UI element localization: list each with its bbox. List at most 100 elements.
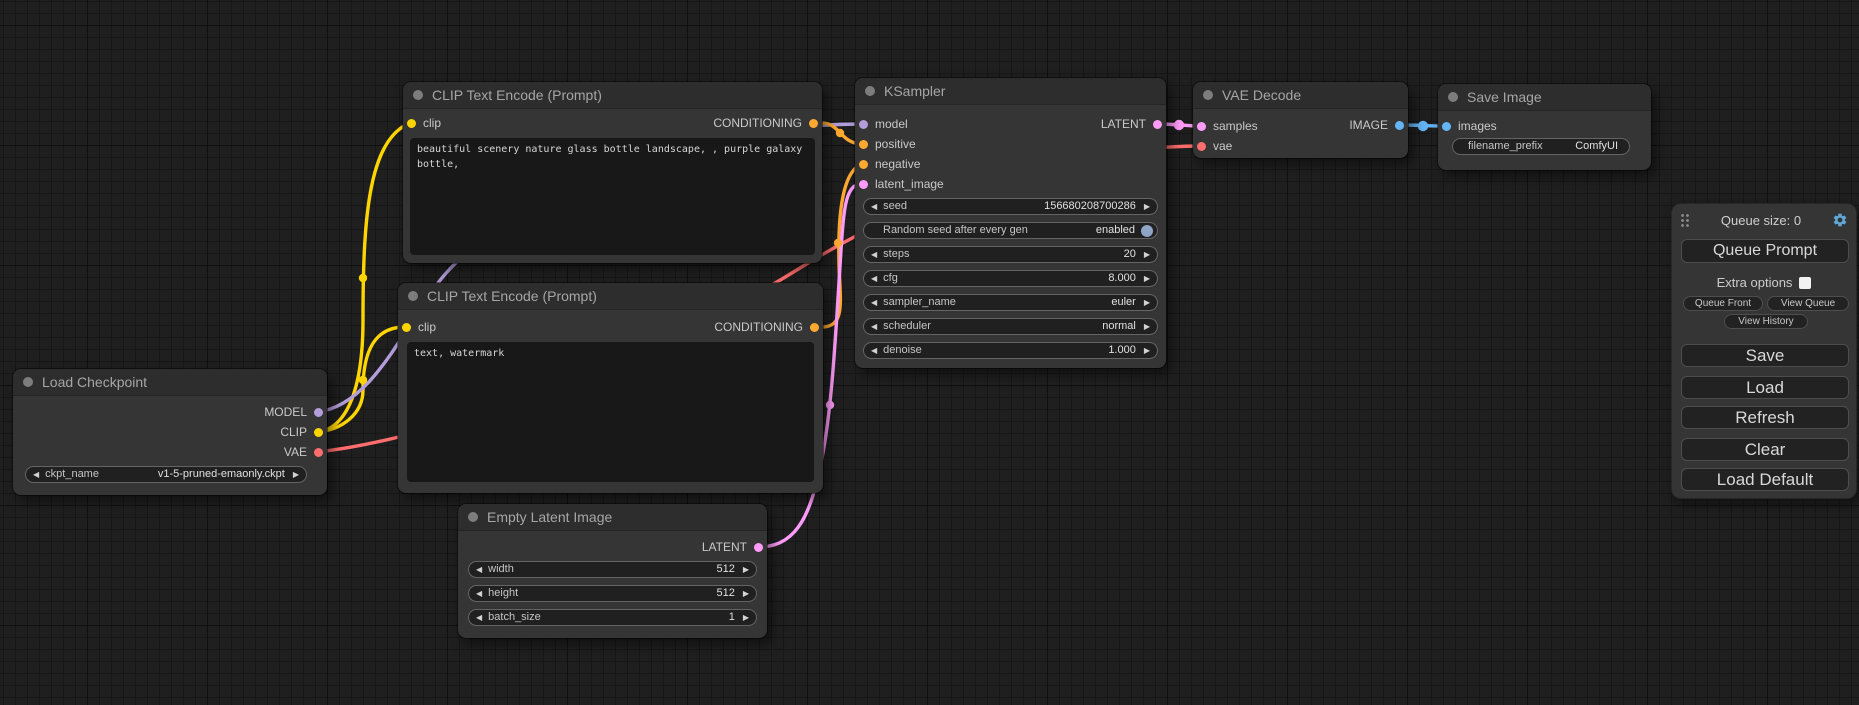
widget-value: 512 (716, 586, 734, 601)
output-port-conditioning[interactable] (809, 119, 818, 128)
node-clip-text-encode-positive: CLIP Text Encode (Prompt) clip CONDITION… (403, 82, 822, 263)
decrement-arrow-icon[interactable]: ◀ (476, 562, 482, 577)
extra-options-checkbox[interactable] (1799, 277, 1811, 289)
input-row-negative: negative (859, 154, 920, 174)
widget-seed[interactable]: ◀ seed 156680208700286 ▶ (863, 198, 1158, 215)
input-row-clip: clip (407, 113, 441, 133)
widget-label: Random seed after every gen (883, 223, 1028, 238)
widget-denoise[interactable]: ◀ denoise 1.000 ▶ (863, 342, 1158, 359)
decrement-arrow-icon[interactable]: ◀ (871, 271, 877, 286)
widget-batch-size[interactable]: ◀ batch_size 1 ▶ (468, 609, 757, 626)
output-port-latent[interactable] (754, 543, 763, 552)
widget-sampler-name[interactable]: ◀ sampler_name euler ▶ (863, 294, 1158, 311)
refresh-button[interactable]: Refresh (1681, 406, 1849, 429)
queue-prompt-button[interactable]: Queue Prompt (1681, 239, 1849, 263)
input-port-latent-image[interactable] (859, 180, 868, 189)
input-port-clip[interactable] (402, 323, 411, 332)
toggle-dot[interactable] (1141, 225, 1153, 237)
output-port-model[interactable] (314, 408, 323, 417)
collapse-dot-icon[interactable] (468, 512, 478, 522)
save-button[interactable]: Save (1681, 344, 1849, 367)
view-queue-button[interactable]: View Queue (1767, 296, 1849, 311)
input-port-samples[interactable] (1197, 122, 1206, 131)
link-dot (836, 129, 844, 137)
view-history-button[interactable]: View History (1724, 314, 1808, 329)
increment-arrow-icon[interactable]: ▶ (293, 467, 299, 482)
widget-label: sampler_name (883, 295, 956, 310)
input-port-positive[interactable] (859, 140, 868, 149)
node-title-bar[interactable]: Load Checkpoint (13, 369, 327, 396)
extra-options-row: Extra options (1672, 275, 1856, 290)
load-default-button[interactable]: Load Default (1681, 468, 1849, 491)
widget-cfg[interactable]: ◀ cfg 8.000 ▶ (863, 270, 1158, 287)
output-port-clip[interactable] (314, 428, 323, 437)
increment-arrow-icon[interactable]: ▶ (1144, 199, 1150, 214)
decrement-arrow-icon[interactable]: ◀ (871, 343, 877, 358)
collapse-dot-icon[interactable] (1448, 92, 1458, 102)
decrement-arrow-icon[interactable]: ◀ (33, 467, 39, 482)
load-button[interactable]: Load (1681, 376, 1849, 399)
port-label: vae (1213, 139, 1232, 153)
port-label: MODEL (264, 405, 307, 419)
widget-filename-prefix[interactable]: filename_prefix ComfyUI (1452, 138, 1630, 155)
input-port-clip[interactable] (407, 119, 416, 128)
node-title: Save Image (1467, 89, 1542, 105)
port-label: clip (418, 320, 436, 334)
widget-scheduler[interactable]: ◀ scheduler normal ▶ (863, 318, 1158, 335)
input-port-vae[interactable] (1197, 142, 1206, 151)
port-label: clip (423, 116, 441, 130)
node-graph-canvas[interactable]: Load Checkpoint MODEL CLIP VAE ◀ ckpt_na… (0, 0, 1859, 705)
decrement-arrow-icon[interactable]: ◀ (871, 295, 877, 310)
decrement-arrow-icon[interactable]: ◀ (871, 199, 877, 214)
input-port-images[interactable] (1442, 122, 1451, 131)
collapse-dot-icon[interactable] (1203, 90, 1213, 100)
drag-handle-icon[interactable] (1680, 213, 1690, 227)
node-title-bar[interactable]: Save Image (1438, 84, 1651, 111)
widget-height[interactable]: ◀ height 512 ▶ (468, 585, 757, 602)
widget-random-seed-toggle[interactable]: Random seed after every gen enabled (863, 222, 1158, 239)
node-title-bar[interactable]: VAE Decode (1193, 82, 1408, 109)
collapse-dot-icon[interactable] (408, 291, 418, 301)
prompt-textarea[interactable]: beautiful scenery nature glass bottle la… (410, 138, 815, 255)
increment-arrow-icon[interactable]: ▶ (743, 586, 749, 601)
widget-width[interactable]: ◀ width 512 ▶ (468, 561, 757, 578)
gear-icon[interactable] (1832, 212, 1848, 228)
clear-button[interactable]: Clear (1681, 438, 1849, 461)
collapse-dot-icon[interactable] (23, 377, 33, 387)
widget-steps[interactable]: ◀ steps 20 ▶ (863, 246, 1158, 263)
widget-ckpt-name[interactable]: ◀ ckpt_name v1-5-pruned-emaonly.ckpt ▶ (25, 466, 307, 483)
increment-arrow-icon[interactable]: ▶ (743, 562, 749, 577)
node-title-bar[interactable]: CLIP Text Encode (Prompt) (398, 283, 823, 310)
input-row-clip: clip (402, 317, 436, 337)
widget-value: enabled (1096, 223, 1135, 238)
decrement-arrow-icon[interactable]: ◀ (476, 610, 482, 625)
port-label: CONDITIONING (713, 116, 802, 130)
input-port-negative[interactable] (859, 160, 868, 169)
prompt-textarea[interactable]: text, watermark (407, 342, 814, 482)
increment-arrow-icon[interactable]: ▶ (1144, 343, 1150, 358)
increment-arrow-icon[interactable]: ▶ (1144, 271, 1150, 286)
node-title-bar[interactable]: Empty Latent Image (458, 504, 767, 531)
increment-arrow-icon[interactable]: ▶ (743, 610, 749, 625)
widget-value: 1 (729, 610, 735, 625)
decrement-arrow-icon[interactable]: ◀ (871, 319, 877, 334)
output-port-image[interactable] (1395, 121, 1404, 130)
increment-arrow-icon[interactable]: ▶ (1144, 247, 1150, 262)
node-title-bar[interactable]: KSampler (855, 78, 1166, 105)
link-dot (1418, 121, 1428, 131)
input-row-images: images (1442, 116, 1497, 136)
queue-front-button[interactable]: Queue Front (1683, 296, 1763, 311)
increment-arrow-icon[interactable]: ▶ (1144, 295, 1150, 310)
input-port-model[interactable] (859, 120, 868, 129)
output-row-latent: LATENT (702, 537, 763, 557)
decrement-arrow-icon[interactable]: ◀ (871, 247, 877, 262)
output-port-vae[interactable] (314, 448, 323, 457)
node-title-bar[interactable]: CLIP Text Encode (Prompt) (403, 82, 822, 109)
decrement-arrow-icon[interactable]: ◀ (476, 586, 482, 601)
node-title: Empty Latent Image (487, 509, 612, 525)
collapse-dot-icon[interactable] (865, 86, 875, 96)
collapse-dot-icon[interactable] (413, 90, 423, 100)
output-port-latent[interactable] (1153, 120, 1162, 129)
output-port-conditioning[interactable] (810, 323, 819, 332)
increment-arrow-icon[interactable]: ▶ (1144, 319, 1150, 334)
